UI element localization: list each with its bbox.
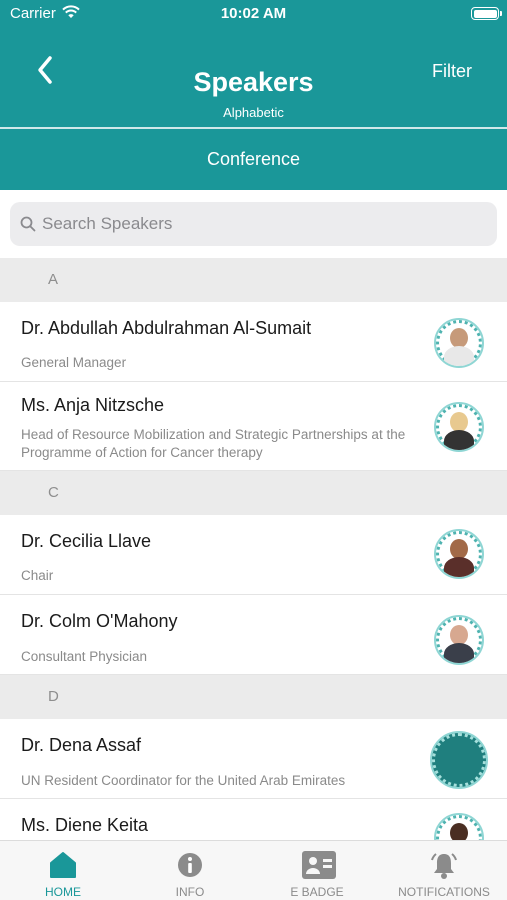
section-letter: D — [48, 688, 59, 705]
tab-home[interactable]: HOME — [0, 841, 126, 900]
section-header-a: A — [0, 258, 507, 302]
status-bar: Carrier 10:02 AM — [0, 0, 507, 30]
speaker-avatar — [434, 318, 484, 368]
tab-conference[interactable]: Conference — [0, 149, 507, 170]
badge-icon — [302, 851, 336, 879]
header-divider — [0, 127, 507, 129]
search-bar-container — [0, 190, 507, 258]
speaker-avatar — [434, 402, 484, 452]
speaker-row[interactable]: Dr. Colm O'Mahony Consultant Physician — [0, 595, 507, 675]
bell-icon — [431, 853, 457, 879]
tab-ebadge[interactable]: E BADGE — [254, 841, 380, 900]
speaker-role: Consultant Physician — [21, 649, 148, 664]
tab-info[interactable]: INFO — [127, 841, 253, 900]
speaker-name: Dr. Colm O'Mahony — [21, 611, 178, 631]
page-title: Speakers — [193, 67, 314, 97]
home-icon — [50, 852, 76, 878]
battery-icon — [471, 7, 502, 20]
tab-notifications[interactable]: NOTIFICATIONS — [381, 841, 507, 900]
search-bar[interactable] — [10, 202, 497, 246]
tab-label: INFO — [175, 885, 205, 899]
section-header-c: C — [0, 471, 507, 515]
search-icon — [20, 216, 36, 232]
speaker-role: General Manager — [21, 355, 127, 370]
speaker-role: Chair — [21, 568, 54, 583]
speaker-name: Ms. Diene Keita — [21, 815, 149, 835]
speaker-role: Head of Resource Mobilization and Strate… — [21, 427, 406, 460]
search-input[interactable] — [42, 202, 482, 246]
speaker-row[interactable]: Dr. Dena Assaf UN Resident Coordinator f… — [0, 719, 507, 799]
speaker-row[interactable]: Dr. Abdullah Abdulrahman Al-Sumait Gener… — [0, 302, 507, 382]
clock: 10:02 AM — [220, 5, 287, 22]
section-letter: A — [48, 271, 59, 288]
speaker-role: UN Resident Coordinator for the United A… — [21, 773, 346, 788]
speaker-row[interactable]: Dr. Cecilia Llave Chair — [0, 515, 507, 595]
section-header-d: D — [0, 675, 507, 719]
info-icon — [178, 853, 202, 877]
speaker-avatar — [434, 615, 484, 665]
header: Carrier 10:02 AM Speakers Alphabetic Fil… — [0, 0, 507, 190]
speaker-name: Dr. Dena Assaf — [21, 735, 142, 755]
speaker-avatar — [434, 529, 484, 579]
tab-bar: HOME INFO E BADGE NOTIFICATIONS — [0, 840, 507, 900]
speaker-row[interactable]: Ms. Anja Nitzsche Head of Resource Mobil… — [0, 382, 507, 471]
tab-label: NOTIFICATIONS — [398, 885, 490, 899]
speaker-name: Ms. Anja Nitzsche — [21, 395, 165, 415]
filter-button[interactable]: Filter — [432, 61, 472, 82]
speaker-name: Dr. Cecilia Llave — [21, 531, 152, 551]
tab-label: E BADGE — [290, 885, 344, 899]
speaker-avatar — [430, 731, 488, 789]
section-letter: C — [48, 484, 59, 501]
tab-label: HOME — [45, 885, 81, 899]
page-subtitle: Alphabetic — [223, 105, 284, 120]
speaker-name: Dr. Abdullah Abdulrahman Al-Sumait — [21, 318, 312, 338]
